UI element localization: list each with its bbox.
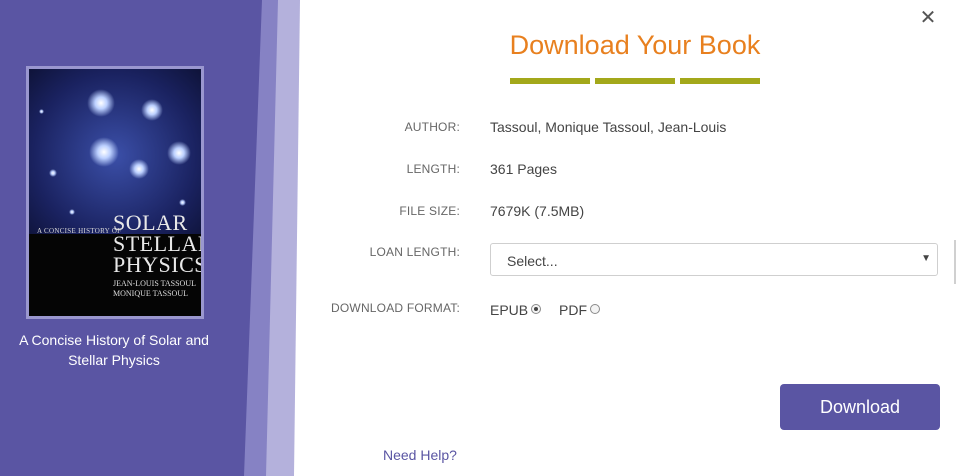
underline-bar [680,78,760,84]
star [129,159,149,179]
download-button[interactable]: Download [780,384,940,430]
cover-small-title: A CONCISE HISTORY OF [37,227,122,235]
underline-bar [595,78,675,84]
author-label: AUTHOR: [404,120,460,134]
dialog-title: Download Your Book [509,30,761,60]
cover-authors: JEAN-LOUIS TASSOUL MONIQUE TASSOUL [113,279,196,299]
cover-author: MONIQUE TASSOUL [113,289,188,298]
book-sidebar: A CONCISE HISTORY OF SOLAR STELLAR PHYSI… [0,0,300,476]
star [179,199,186,206]
file-size-value: 7679K (7.5MB) [490,203,585,219]
format-option-pdf[interactable]: PDF [559,302,600,318]
need-help-link[interactable]: Need Help? [383,447,457,463]
loan-length-selected: Select... [507,253,558,269]
book-cover-image: A CONCISE HISTORY OF SOLAR STELLAR PHYSI… [29,69,201,316]
file-size-label: FILE SIZE: [399,204,460,218]
star [87,89,115,117]
star [49,169,57,177]
cover-title-line: STELLAR [113,231,201,256]
star [167,141,191,165]
radio-button-pdf[interactable] [590,304,600,314]
chevron-down-icon: ▼ [921,253,931,264]
format-option-epub[interactable]: EPUB [490,302,542,318]
cover-title: SOLAR STELLAR PHYSICS [113,210,201,277]
star [141,99,163,121]
cover-author: JEAN-LOUIS TASSOUL [113,279,196,288]
underline-bar [510,78,590,84]
star [39,109,44,114]
book-cover-frame: A CONCISE HISTORY OF SOLAR STELLAR PHYSI… [26,66,204,319]
radio-button-epub[interactable] [531,304,542,314]
cover-title-line: PHYSICS [113,252,201,277]
star [69,209,75,215]
star [89,137,119,167]
format-option-label: EPUB [490,302,529,318]
book-title-caption: A Concise History of Solar and Stellar P… [19,332,209,368]
format-option-label: PDF [559,302,587,318]
cover-title-line: SOLAR [113,210,188,235]
loan-length-label: LOAN LENGTH: [369,245,460,259]
length-label: LENGTH: [406,162,460,176]
loan-length-select[interactable]: Select... ▼ [490,243,938,276]
close-icon[interactable]: ✕ [918,8,938,28]
length-value: 361 Pages [490,161,557,177]
author-value: Tassoul, Monique Tassoul, Jean-Louis [490,119,727,135]
download-format-label: DOWNLOAD FORMAT: [331,301,460,315]
